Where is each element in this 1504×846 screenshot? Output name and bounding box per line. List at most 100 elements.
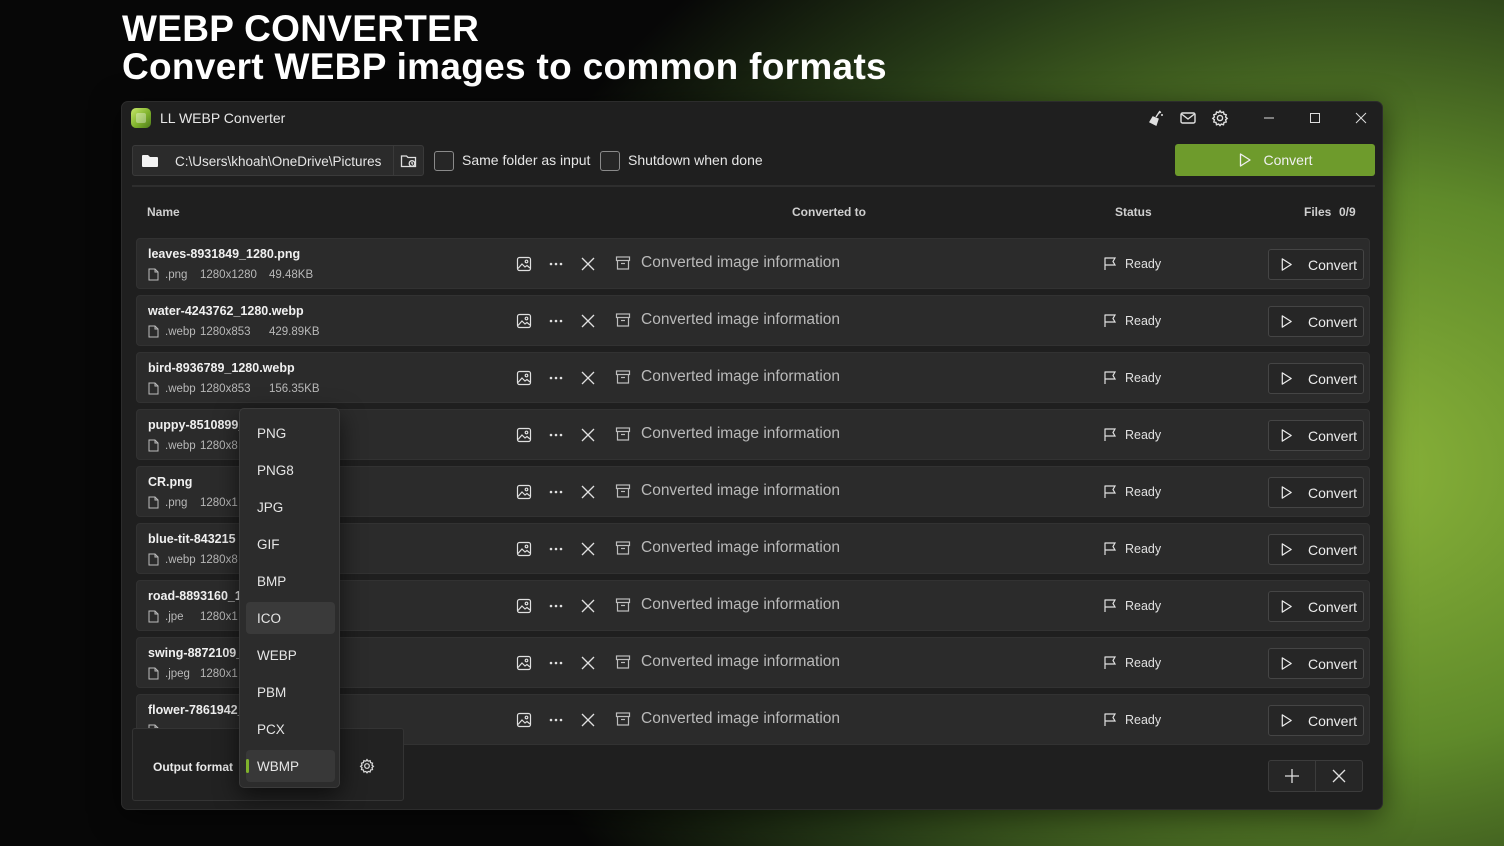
file-icon — [148, 382, 159, 395]
convert-file-button[interactable]: Convert — [1268, 363, 1364, 394]
format-option-pcx[interactable]: PCX — [246, 713, 335, 745]
convert-file-button[interactable]: Convert — [1268, 306, 1364, 337]
more-options-icon[interactable] — [547, 312, 565, 330]
title-bar: LL WEBP Converter — [122, 102, 1382, 134]
remove-file-icon[interactable] — [579, 540, 597, 558]
status-badge: Ready — [1103, 427, 1161, 442]
image-preview-icon[interactable] — [515, 255, 533, 273]
table-row[interactable]: bird-8936789_1280.webp .webp 1280x853 15… — [136, 352, 1370, 403]
image-preview-icon[interactable] — [515, 540, 533, 558]
file-name: leaves-8931849_1280.png — [148, 247, 301, 261]
clear-files-button[interactable] — [1315, 760, 1363, 792]
image-preview-icon[interactable] — [515, 426, 533, 444]
file-name: water-4243762_1280.webp — [148, 304, 304, 318]
format-option-ico[interactable]: ICO — [246, 602, 335, 634]
table-row[interactable]: water-4243762_1280.webp .webp 1280x853 4… — [136, 295, 1370, 346]
toolbar: C:\Users\khoah\OneDrive\Pictures Same fo… — [122, 134, 1382, 186]
image-preview-icon[interactable] — [515, 369, 533, 387]
image-preview-icon[interactable] — [515, 312, 533, 330]
remove-file-icon[interactable] — [579, 426, 597, 444]
image-preview-icon[interactable] — [515, 597, 533, 615]
broom-icon[interactable] — [1146, 108, 1166, 128]
status-badge: Ready — [1103, 313, 1161, 328]
format-option-bmp[interactable]: BMP — [246, 565, 335, 597]
format-settings-icon[interactable] — [358, 757, 376, 775]
format-option-webp[interactable]: WEBP — [246, 639, 335, 671]
format-option-gif[interactable]: GIF — [246, 528, 335, 560]
status-badge: Ready — [1103, 370, 1161, 385]
status-text: Ready — [1125, 370, 1162, 385]
convert-file-button[interactable]: Convert — [1268, 705, 1364, 736]
convert-file-button[interactable]: Convert — [1268, 534, 1364, 565]
play-icon — [1281, 714, 1292, 727]
convert-file-button[interactable]: Convert — [1268, 477, 1364, 508]
file-size: 156.35KB — [269, 382, 320, 395]
file-size: 49.48KB — [269, 268, 314, 281]
remove-file-icon[interactable] — [579, 312, 597, 330]
file-extension: .png — [165, 268, 188, 281]
output-path-field[interactable]: C:\Users\khoah\OneDrive\Pictures — [132, 145, 424, 176]
convert-file-button[interactable]: Convert — [1268, 648, 1364, 679]
more-options-icon[interactable] — [547, 255, 565, 273]
file-dimensions: 1280x853 — [200, 325, 251, 338]
more-options-icon[interactable] — [547, 483, 565, 501]
file-icon — [148, 610, 159, 623]
remove-file-icon[interactable] — [579, 654, 597, 672]
flag-icon — [1104, 542, 1117, 555]
play-icon — [1281, 657, 1292, 670]
shutdown-checkbox[interactable] — [600, 151, 620, 171]
archive-icon — [615, 712, 631, 726]
convert-file-button[interactable]: Convert — [1268, 591, 1364, 622]
file-icon — [148, 667, 159, 680]
more-options-icon[interactable] — [547, 426, 565, 444]
status-text: Ready — [1125, 256, 1162, 271]
format-option-pbm[interactable]: PBM — [246, 676, 335, 708]
play-icon — [1281, 372, 1292, 385]
col-files: Files — [1304, 205, 1332, 219]
format-option-jpg[interactable]: JPG — [246, 491, 335, 523]
maximize-button[interactable] — [1292, 102, 1338, 134]
status-badge: Ready — [1103, 712, 1161, 727]
remove-file-icon[interactable] — [579, 711, 597, 729]
col-status: Status — [1115, 205, 1152, 219]
convert-file-label: Convert — [1308, 427, 1358, 444]
format-option-png[interactable]: PNG — [246, 417, 335, 449]
browse-folder-icon[interactable] — [393, 146, 423, 175]
minimize-button[interactable] — [1246, 102, 1292, 134]
more-options-icon[interactable] — [547, 711, 565, 729]
format-option-wbmp[interactable]: WBMP — [246, 750, 335, 782]
remove-file-icon[interactable] — [579, 483, 597, 501]
status-badge: Ready — [1103, 655, 1161, 670]
more-options-icon[interactable] — [547, 369, 565, 387]
convert-file-label: Convert — [1308, 313, 1358, 330]
more-options-icon[interactable] — [547, 597, 565, 615]
flag-icon — [1104, 656, 1117, 669]
same-folder-checkbox[interactable] — [434, 151, 454, 171]
remove-file-icon[interactable] — [579, 597, 597, 615]
status-text: Ready — [1125, 655, 1162, 670]
output-format-dropdown[interactable]: PNG PNG8 JPG GIF BMP ICO WEBP PBM PCX WBMP — [239, 408, 340, 788]
convert-all-button[interactable]: Convert — [1175, 144, 1375, 176]
remove-file-icon[interactable] — [579, 255, 597, 273]
image-preview-icon[interactable] — [515, 711, 533, 729]
more-options-icon[interactable] — [547, 654, 565, 672]
mail-icon[interactable] — [1178, 108, 1198, 128]
table-row[interactable]: leaves-8931849_1280.png .png 1280x1280 4… — [136, 238, 1370, 289]
same-folder-label: Same folder as input — [462, 152, 591, 168]
more-options-icon[interactable] — [547, 540, 565, 558]
image-preview-icon[interactable] — [515, 483, 533, 501]
file-icon — [148, 325, 159, 338]
convert-file-button[interactable]: Convert — [1268, 420, 1364, 451]
image-preview-icon[interactable] — [515, 654, 533, 672]
convert-file-button[interactable]: Convert — [1268, 249, 1364, 280]
convert-file-label: Convert — [1308, 256, 1358, 273]
gear-icon[interactable] — [1210, 108, 1230, 128]
remove-file-icon[interactable] — [579, 369, 597, 387]
close-window-button[interactable] — [1338, 102, 1382, 134]
add-files-button[interactable] — [1268, 760, 1316, 792]
status-text: Ready — [1125, 313, 1162, 328]
file-icon — [148, 439, 159, 452]
format-option-png8[interactable]: PNG8 — [246, 454, 335, 486]
hero-heading: WEBP CONVERTER Convert WEBP images to co… — [122, 10, 887, 86]
file-icon — [148, 496, 159, 509]
